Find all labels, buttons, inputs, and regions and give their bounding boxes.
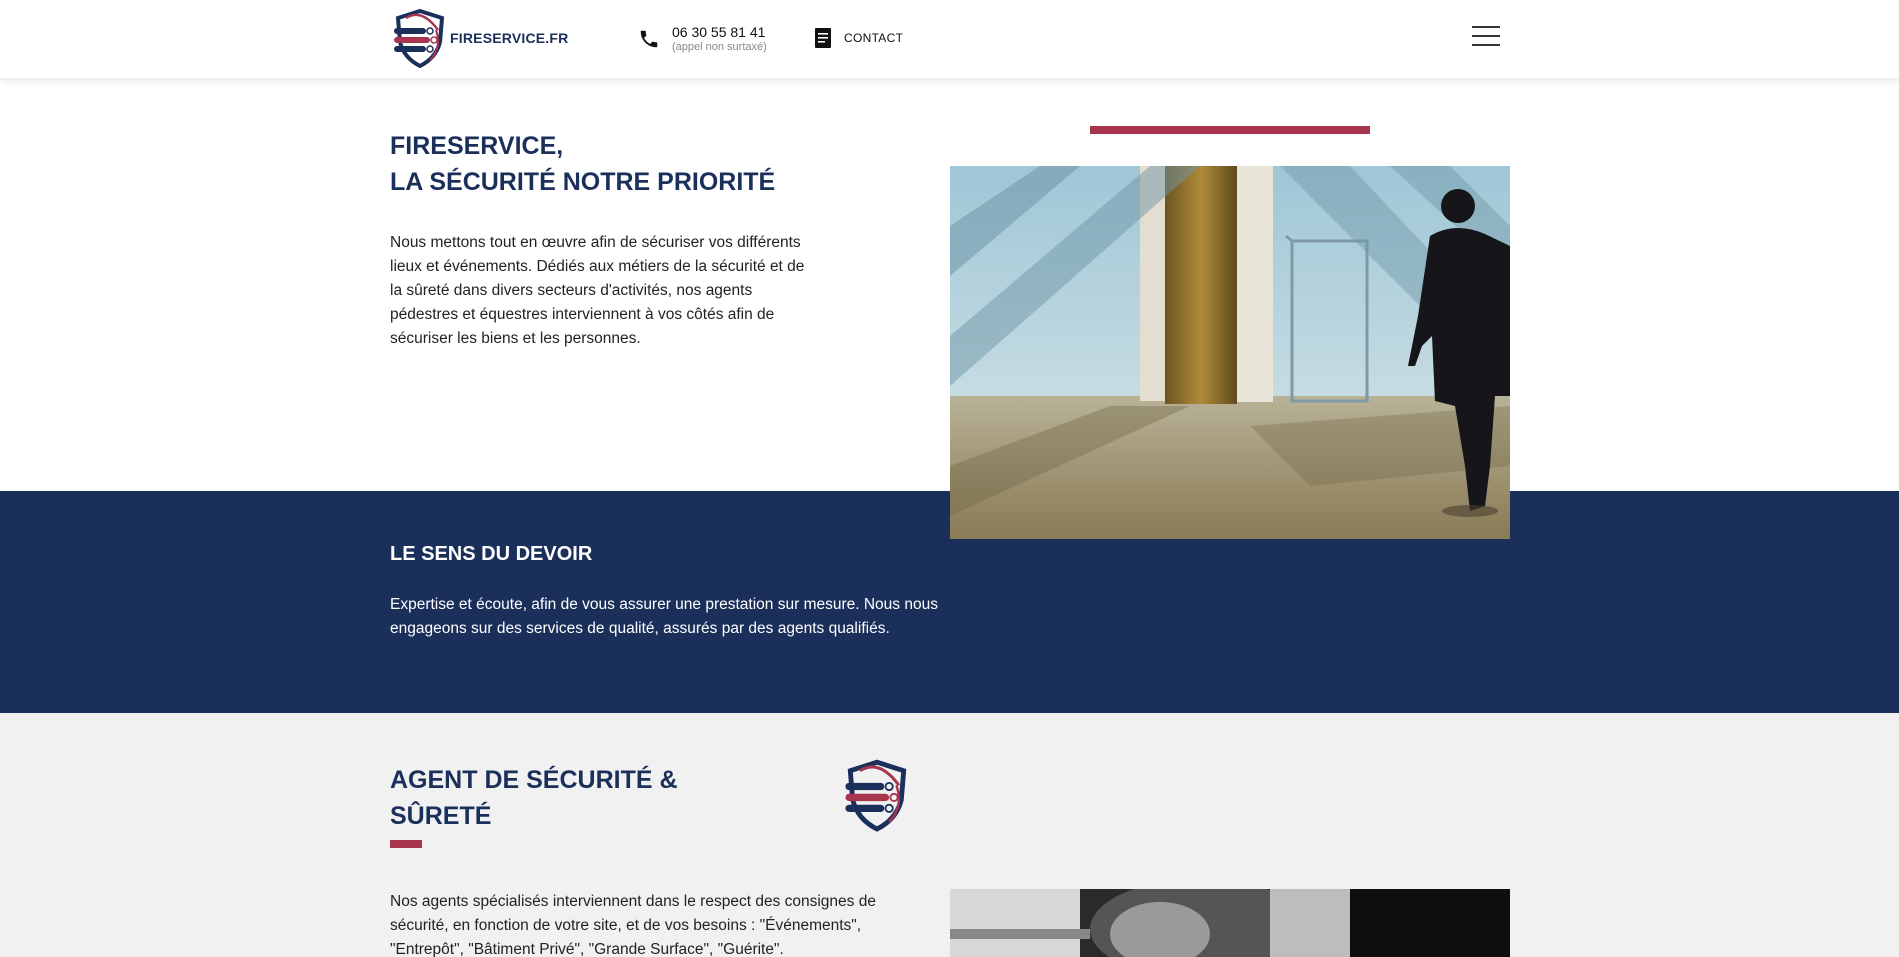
phone-number: 06 30 55 81 41 xyxy=(672,24,766,40)
shield-logo-icon xyxy=(394,8,445,68)
site-logo[interactable]: FIRESERVICE.FR xyxy=(392,8,568,68)
agent-title-line2: SÛRETÉ xyxy=(390,802,492,830)
agent-photo xyxy=(950,889,1510,957)
contact-link[interactable]: CONTACT xyxy=(815,28,903,48)
contact-label: CONTACT xyxy=(844,31,904,45)
shield-logo-icon xyxy=(845,759,907,832)
menu-line xyxy=(1472,44,1500,46)
hamburger-menu-icon[interactable] xyxy=(1472,26,1500,48)
menu-line xyxy=(1472,35,1500,37)
accent-bar xyxy=(1090,126,1370,134)
phone-link[interactable]: 06 30 55 81 41 (appel non surtaxé) xyxy=(638,24,767,54)
hero-title: FIRESERVICE, LA SÉCURITÉ NOTRE PRIORITÉ xyxy=(390,128,775,200)
hero-title-line1: FIRESERVICE, xyxy=(390,132,564,160)
hero-title-line2: LA SÉCURITÉ NOTRE PRIORITÉ xyxy=(390,168,776,196)
agent-title: AGENT DE SÉCURITÉ & SÛRETÉ xyxy=(390,762,678,834)
agent-title-line1: AGENT DE SÉCURITÉ & xyxy=(390,766,678,794)
duty-text: Expertise et écoute, afin de vous assure… xyxy=(390,596,938,637)
duty-title: LE SENS DU DEVOIR xyxy=(390,543,593,565)
agent-text: Nos agents spécialisés interviennent dan… xyxy=(390,893,876,957)
phone-icon xyxy=(640,30,658,48)
site-header: FIRESERVICE.FR 06 30 55 81 41 (appel non… xyxy=(0,0,1899,78)
logo-text: FIRESERVICE.FR xyxy=(450,30,569,46)
phone-note: (appel non surtaxé) xyxy=(672,41,767,53)
document-icon xyxy=(815,28,831,48)
hero-photo-security-agent xyxy=(950,166,1510,539)
menu-line xyxy=(1472,26,1500,28)
hero-text: Nous mettons tout en œuvre afin de sécur… xyxy=(390,234,805,347)
agent-accent-bar xyxy=(390,840,422,848)
